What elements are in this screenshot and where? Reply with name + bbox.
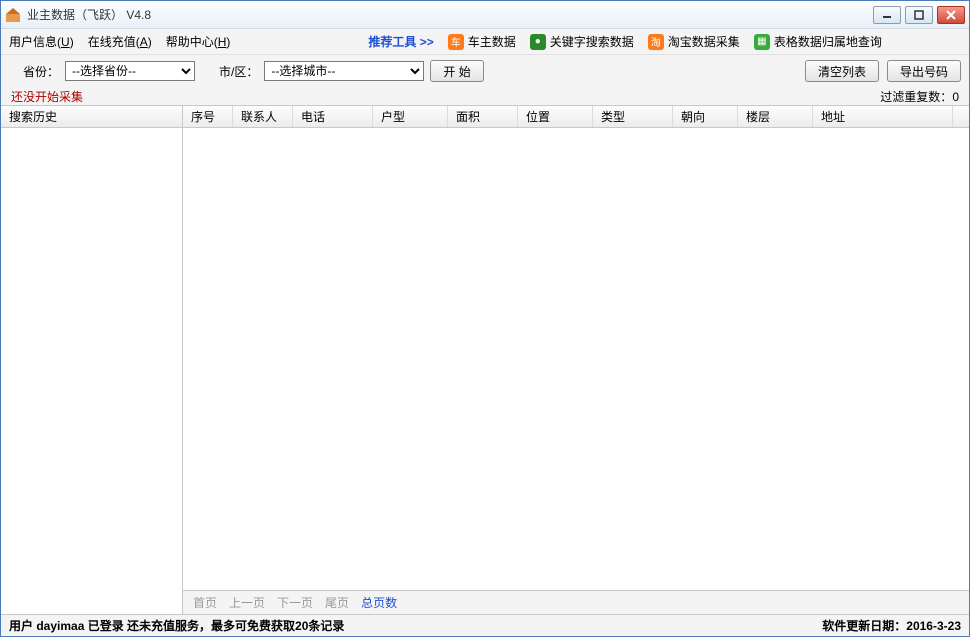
collect-status: 还没开始采集 bbox=[11, 88, 83, 105]
recommend-label: 推荐工具 >> bbox=[368, 33, 433, 50]
left-panel: 搜索历史 bbox=[1, 106, 183, 614]
clear-list-button[interactable]: 清空列表 bbox=[805, 60, 879, 82]
title-bar: 业主数据（飞跃） V4.8 bbox=[1, 1, 969, 29]
pager: 首页 上一页 下一页 尾页 总页数 bbox=[183, 590, 969, 614]
table-icon: ▦ bbox=[754, 34, 770, 50]
duplicate-filter-status: 过滤重复数：0 bbox=[880, 88, 959, 105]
col-tail bbox=[953, 106, 969, 127]
menu-user-info[interactable]: 用户信息(U) bbox=[9, 33, 74, 50]
window-title: 业主数据（飞跃） V4.8 bbox=[27, 6, 873, 23]
menu-help[interactable]: 帮助中心(H) bbox=[166, 33, 231, 50]
tool-car-data[interactable]: 车车主数据 bbox=[448, 33, 516, 50]
tool-taobao-collect[interactable]: 淘淘宝数据采集 bbox=[648, 33, 740, 50]
bag-icon: 淘 bbox=[648, 34, 664, 50]
pager-total[interactable]: 总页数 bbox=[361, 594, 397, 611]
col-floor[interactable]: 楼层 bbox=[738, 106, 813, 127]
city-label: 市/区： bbox=[219, 63, 258, 80]
province-label: 省份： bbox=[23, 63, 59, 80]
col-index[interactable]: 序号 bbox=[183, 106, 233, 127]
app-window: 业主数据（飞跃） V4.8 用户信息(U) 在线充值(A) 帮助中心(H) 推荐… bbox=[0, 0, 970, 637]
start-button[interactable]: 开 始 bbox=[430, 60, 483, 82]
pager-first[interactable]: 首页 bbox=[193, 594, 217, 611]
col-area[interactable]: 面积 bbox=[448, 106, 518, 127]
globe-icon: ● bbox=[530, 34, 546, 50]
right-panel: 序号 联系人 电话 户型 面积 位置 类型 朝向 楼层 地址 首页 上一页 下一… bbox=[183, 106, 969, 614]
col-contact[interactable]: 联系人 bbox=[233, 106, 293, 127]
footer-bar: 用户 dayimaa 已登录 还未充值服务，最多可免费获取20条记录 软件更新日… bbox=[1, 614, 969, 636]
window-buttons bbox=[873, 6, 965, 24]
table-header: 序号 联系人 电话 户型 面积 位置 类型 朝向 楼层 地址 bbox=[183, 106, 969, 128]
col-location[interactable]: 位置 bbox=[518, 106, 593, 127]
col-orientation[interactable]: 朝向 bbox=[673, 106, 738, 127]
tool-table-region[interactable]: ▦表格数据归属地查询 bbox=[754, 33, 882, 50]
col-phone[interactable]: 电话 bbox=[293, 106, 373, 127]
update-date: 软件更新日期：2016-3-23 bbox=[822, 617, 961, 634]
tool-keyword-search[interactable]: ●关键字搜索数据 bbox=[530, 33, 634, 50]
menu-recharge[interactable]: 在线充值(A) bbox=[88, 33, 152, 50]
main-area: 搜索历史 序号 联系人 电话 户型 面积 位置 类型 朝向 楼层 地址 首页 上… bbox=[1, 105, 969, 614]
table-body[interactable] bbox=[183, 128, 969, 590]
menu-bar: 用户信息(U) 在线充值(A) 帮助中心(H) 推荐工具 >> 车车主数据 ●关… bbox=[1, 29, 969, 55]
maximize-button[interactable] bbox=[905, 6, 933, 24]
filter-bar: 省份： --选择省份-- 市/区： --选择城市-- 开 始 清空列表 导出号码 bbox=[1, 55, 969, 87]
col-category[interactable]: 类型 bbox=[593, 106, 673, 127]
app-icon bbox=[5, 7, 21, 23]
province-select[interactable]: --选择省份-- bbox=[65, 61, 195, 81]
status-line: 还没开始采集 过滤重复数：0 bbox=[1, 87, 969, 105]
login-status: 用户 dayimaa 已登录 还未充值服务，最多可免费获取20条记录 bbox=[9, 617, 344, 634]
search-history-header: 搜索历史 bbox=[1, 106, 182, 128]
minimize-button[interactable] bbox=[873, 6, 901, 24]
col-type[interactable]: 户型 bbox=[373, 106, 448, 127]
city-select[interactable]: --选择城市-- bbox=[264, 61, 424, 81]
search-history-body[interactable] bbox=[1, 128, 182, 614]
col-address[interactable]: 地址 bbox=[813, 106, 953, 127]
pager-prev[interactable]: 上一页 bbox=[229, 594, 265, 611]
search-history-label: 搜索历史 bbox=[1, 106, 182, 127]
toolbar-links: 推荐工具 >> 车车主数据 ●关键字搜索数据 淘淘宝数据采集 ▦表格数据归属地查… bbox=[368, 33, 881, 50]
export-numbers-button[interactable]: 导出号码 bbox=[887, 60, 961, 82]
pager-last[interactable]: 尾页 bbox=[325, 594, 349, 611]
close-button[interactable] bbox=[937, 6, 965, 24]
car-icon: 车 bbox=[448, 34, 464, 50]
pager-next[interactable]: 下一页 bbox=[277, 594, 313, 611]
